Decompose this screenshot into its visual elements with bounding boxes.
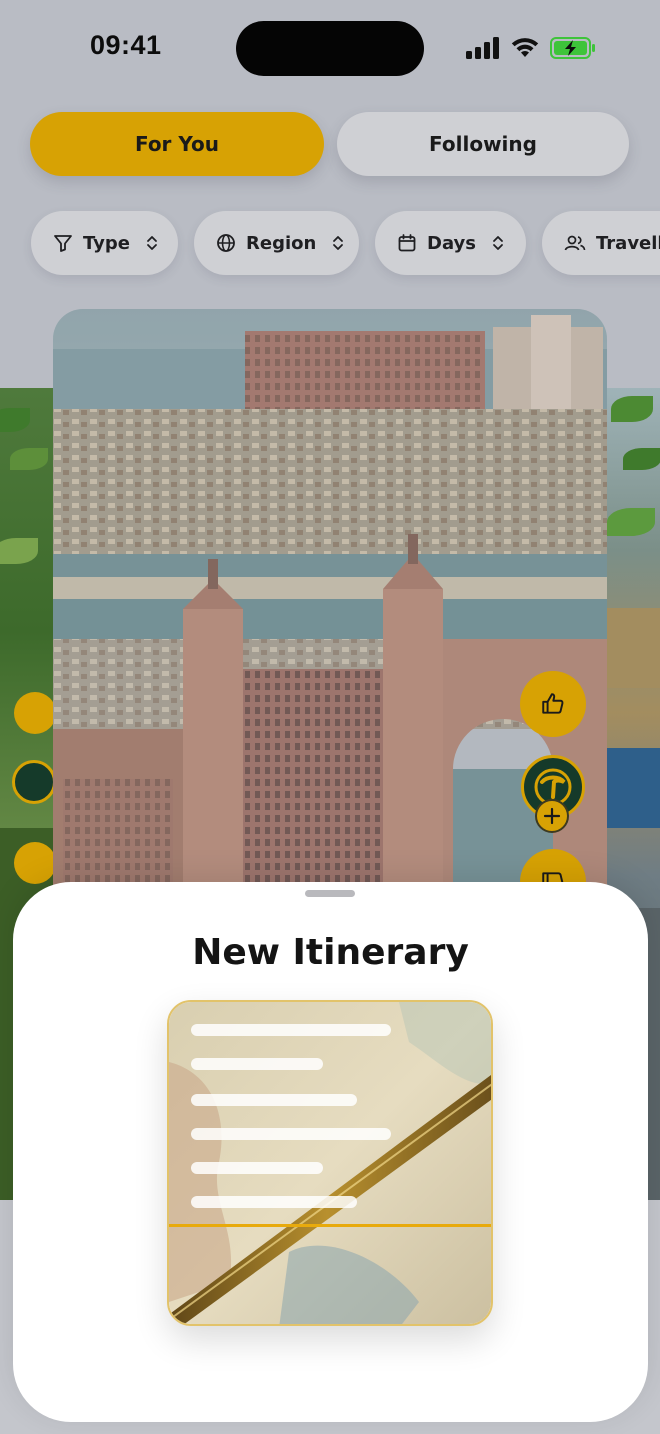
- filter-travellers-chip[interactable]: Travellers: [542, 211, 660, 275]
- prev-logo-badge: [12, 760, 53, 804]
- skeleton-line: [191, 1094, 357, 1106]
- tab-following[interactable]: Following: [337, 112, 629, 176]
- dynamic-island: [236, 21, 424, 76]
- sheet-grabber[interactable]: [305, 890, 355, 897]
- people-icon: [564, 235, 586, 251]
- filter-region-chip[interactable]: Region: [194, 211, 359, 275]
- tab-for-you[interactable]: For You: [30, 112, 324, 176]
- filter-type-chip[interactable]: Type: [31, 211, 178, 275]
- status-time: 09:41: [90, 30, 162, 60]
- chevron-updown-icon: [147, 236, 157, 250]
- status-icons: [466, 34, 596, 62]
- globe-icon: [217, 234, 235, 252]
- itinerary-loading-preview: [167, 1000, 493, 1326]
- battery-charging-icon: [550, 37, 595, 59]
- skeleton-line: [191, 1024, 391, 1036]
- filter-days-chip[interactable]: Days: [375, 211, 526, 275]
- prev-dislike-button[interactable]: [14, 842, 53, 884]
- skeleton-line: [191, 1196, 357, 1208]
- calendar-icon: [398, 234, 416, 252]
- filter-travellers-label: Travellers: [596, 232, 660, 254]
- tab-following-label: Following: [429, 132, 537, 156]
- status-bar: 09:41: [0, 0, 660, 96]
- scan-progress-line: [169, 1224, 491, 1227]
- filter-days-label: Days: [427, 232, 476, 254]
- signal-icon: [466, 37, 499, 59]
- filter-region-label: Region: [246, 232, 317, 254]
- skeleton-line: [191, 1058, 323, 1070]
- filter-icon: [54, 235, 72, 252]
- wifi-icon: [511, 38, 539, 57]
- chevron-updown-icon: [493, 236, 503, 250]
- filter-type-label: Type: [83, 232, 130, 254]
- like-button[interactable]: [520, 671, 586, 737]
- skeleton-line: [191, 1128, 391, 1140]
- thumbs-up-icon: [542, 693, 564, 714]
- tab-for-you-label: For You: [134, 132, 220, 156]
- prev-like-button[interactable]: [14, 692, 53, 734]
- add-to-trip-button[interactable]: [535, 799, 569, 833]
- chevron-updown-icon: [333, 236, 344, 250]
- new-itinerary-sheet: New Itinerary: [13, 882, 648, 1422]
- plus-icon: [543, 807, 561, 825]
- skeleton-line: [191, 1162, 323, 1174]
- sheet-title: New Itinerary: [192, 932, 469, 973]
